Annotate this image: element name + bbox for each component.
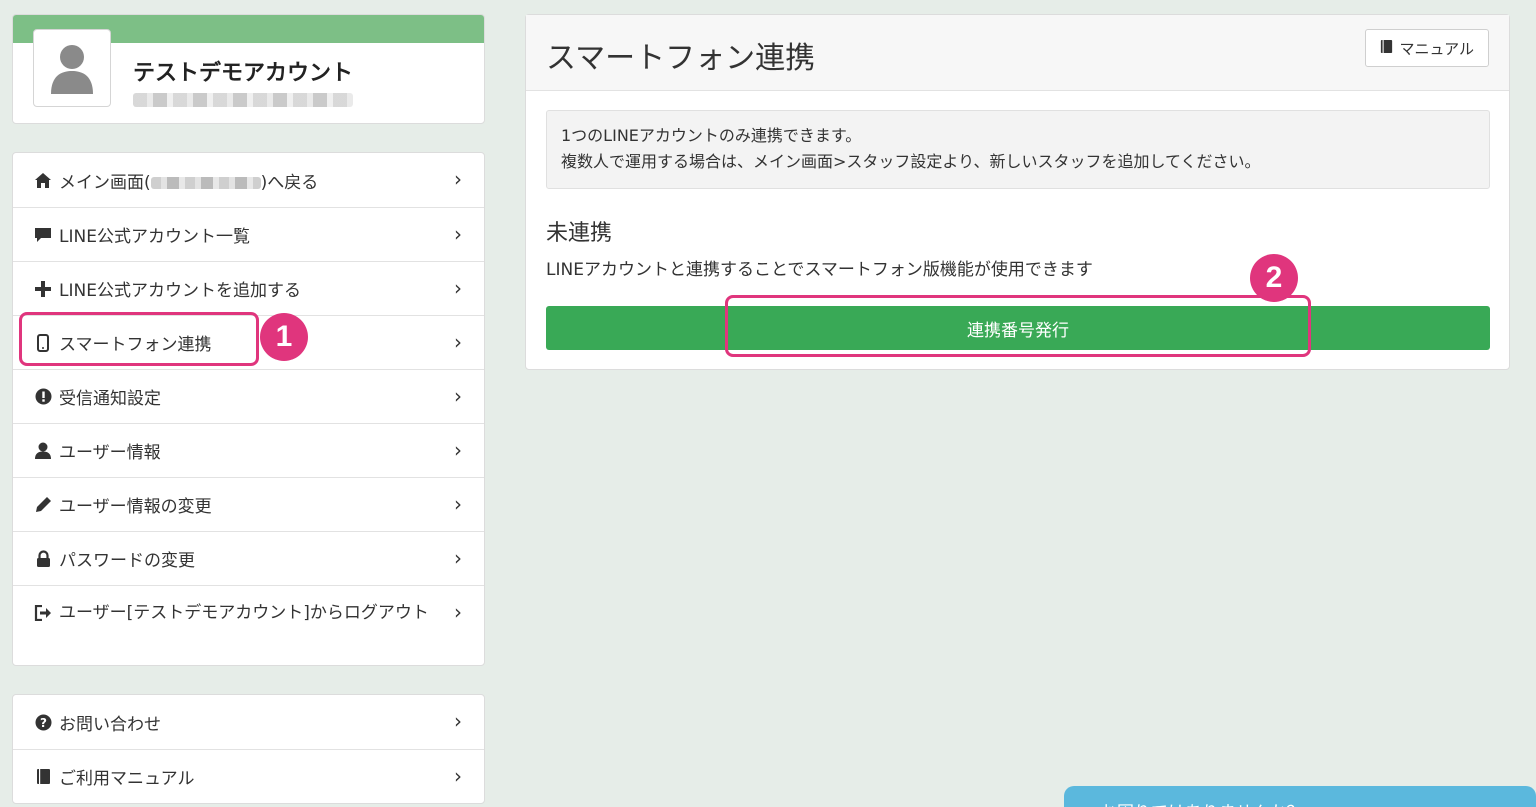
avatar (33, 29, 111, 107)
menu-item-label: LINE公式アカウントを追加する (59, 281, 301, 301)
menu-item-label: ユーザー情報の変更 (59, 497, 212, 517)
user-silhouette-icon (51, 45, 93, 94)
account-menu: メイン画面()へ戻る › LINE公式アカウント一覧 › LINE公式アカウント… (12, 152, 485, 666)
link-status-description: LINEアカウントと連携することでスマートフォン版機能が使用できます (546, 260, 1093, 280)
page-title: スマートフォン連携 (546, 41, 816, 76)
menu-item-label: メイン画面()へ戻る (59, 172, 319, 193)
chevron-right-icon: › (454, 276, 462, 300)
notice-line-1: 1つのLINEアカウントのみ連携できます。 (561, 126, 862, 145)
help-menu: ? お問い合わせ › ご利用マニュアル › (12, 694, 485, 804)
menu-item-user-manual[interactable]: ご利用マニュアル › (13, 749, 484, 803)
chevron-right-icon: › (454, 600, 462, 624)
menu-item-back-to-main[interactable]: メイン画面()へ戻る › (13, 153, 484, 207)
chevron-right-icon: › (454, 764, 462, 788)
step1-highlight-box (19, 312, 259, 366)
manual-button-label: マニュアル (1399, 39, 1474, 58)
exclamation-circle-icon (33, 388, 53, 405)
home-icon (33, 172, 53, 189)
pencil-icon (33, 496, 53, 513)
book-icon (33, 768, 53, 785)
menu-item-user-info[interactable]: ユーザー情報 › (13, 423, 484, 477)
step1-badge: 1 (260, 313, 308, 361)
logout-icon (33, 605, 53, 621)
manual-button[interactable]: マニュアル (1365, 29, 1489, 67)
chevron-right-icon: › (454, 167, 462, 191)
menu-item-label: ご利用マニュアル (59, 769, 195, 789)
comment-icon (33, 227, 53, 243)
menu-item-notification-settings[interactable]: 受信通知設定 › (13, 369, 484, 423)
menu-item-label: ユーザー情報 (59, 443, 161, 463)
menu-item-label: LINE公式アカウント一覧 (59, 227, 250, 247)
chevron-right-icon: › (454, 384, 462, 408)
blurred-text (150, 176, 261, 189)
menu-item-logout[interactable]: ユーザー[テストデモアカウント]からログアウト › (13, 585, 484, 665)
chevron-right-icon: › (454, 709, 462, 733)
chevron-right-icon: › (454, 546, 462, 570)
chevron-right-icon: › (454, 222, 462, 246)
help-chat-tab[interactable]: お困りではありませんか？ (1064, 786, 1536, 807)
profile-email-blurred (133, 93, 353, 107)
notice-box: 1つのLINEアカウントのみ連携できます。 複数人で運用する場合は、メイン画面>… (546, 110, 1490, 189)
menu-item-line-accounts[interactable]: LINE公式アカウント一覧 › (13, 207, 484, 261)
book-icon (1380, 39, 1393, 58)
menu-item-label: 受信通知設定 (59, 389, 161, 409)
profile-name: テストデモアカウント (133, 61, 354, 86)
chevron-right-icon: › (454, 330, 462, 354)
menu-item-change-password[interactable]: パスワードの変更 › (13, 531, 484, 585)
menu-item-add-line-account[interactable]: LINE公式アカウントを追加する › (13, 261, 484, 315)
profile-card: テストデモアカウント (12, 14, 485, 124)
sidebar: テストデモアカウント メイン画面()へ戻る › LINE公式アカウント一覧 › … (12, 14, 485, 804)
lock-icon (33, 549, 53, 568)
notice-line-2: 複数人で運用する場合は、メイン画面>スタッフ設定より、新しいスタッフを追加してく… (561, 152, 1261, 171)
panel-header: スマートフォン連携 マニュアル (526, 15, 1509, 91)
menu-item-label: ユーザー[テストデモアカウント]からログアウト (59, 603, 429, 623)
menu-item-edit-user-info[interactable]: ユーザー情報の変更 › (13, 477, 484, 531)
plus-icon (33, 280, 53, 297)
link-status-title: 未連携 (546, 221, 613, 246)
svg-text:?: ? (40, 715, 47, 729)
chevron-right-icon: › (454, 438, 462, 462)
step2-highlight-box (725, 295, 1311, 357)
step2-badge: 2 (1250, 254, 1298, 302)
chevron-right-icon: › (454, 492, 462, 516)
menu-item-contact[interactable]: ? お問い合わせ › (13, 695, 484, 749)
menu-item-label: パスワードの変更 (59, 551, 195, 571)
question-circle-icon: ? (33, 714, 53, 731)
user-icon (33, 442, 53, 459)
menu-item-label: お問い合わせ (59, 714, 161, 735)
